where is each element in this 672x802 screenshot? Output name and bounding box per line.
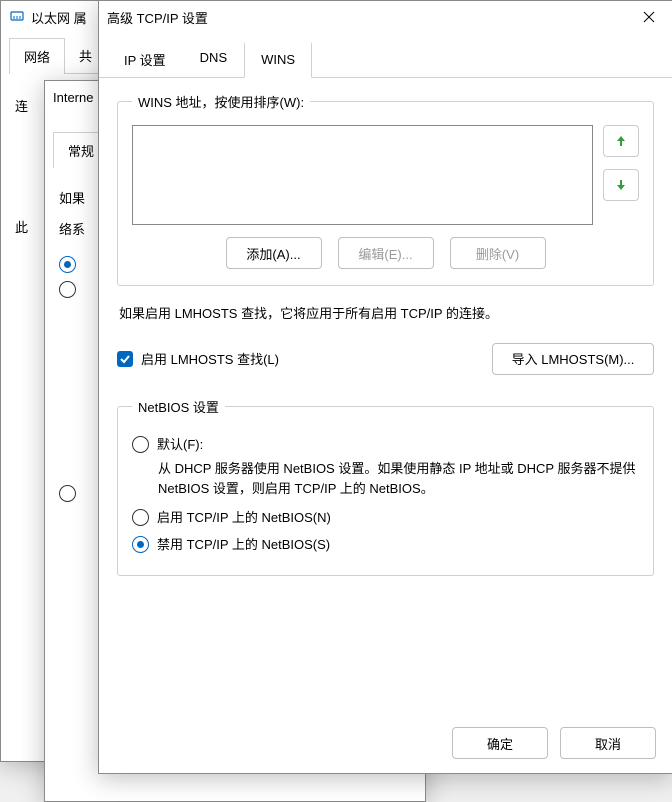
cancel-button[interactable]: 取消 [560, 727, 656, 759]
radio-icon [132, 436, 149, 453]
tab-strip: IP 设置 DNS WINS [99, 41, 672, 78]
radio-default-label: 默认(F): [157, 436, 203, 453]
wins-address-group: WINS 地址，按使用排序(W): 添加(A)... 编辑(E)... 删除(V… [117, 92, 654, 286]
netbios-group-label: NetBIOS 设置 [132, 397, 225, 416]
advanced-tcpip-dialog: 高级 TCP/IP 设置 IP 设置 DNS WINS WINS 地址，按使用排… [98, 0, 672, 774]
delete-button[interactable]: 删除(V) [450, 237, 546, 269]
add-button[interactable]: 添加(A)... [226, 237, 322, 269]
enable-lmhosts-label: 启用 LMHOSTS 查找(L) [141, 349, 279, 368]
radio-enable-label: 启用 TCP/IP 上的 NetBIOS(N) [157, 509, 331, 526]
wins-group-label: WINS 地址，按使用排序(W): [132, 92, 310, 111]
arrow-down-icon [614, 178, 628, 192]
radio-dns-icon [59, 485, 76, 502]
radio-auto-icon [59, 256, 76, 273]
close-button[interactable] [626, 1, 672, 33]
move-up-button[interactable] [603, 125, 639, 157]
netbios-group: NetBIOS 设置 默认(F): 从 DHCP 服务器使用 NetBIOS 设… [117, 397, 654, 576]
radio-manual-icon [59, 281, 76, 298]
radio-default[interactable]: 默认(F): [132, 436, 639, 453]
close-icon [643, 11, 655, 23]
radio-selected-icon [132, 536, 149, 553]
radio-default-desc: 从 DHCP 服务器使用 NetBIOS 设置。如果使用静态 IP 地址或 DH… [158, 459, 639, 499]
lmhosts-note: 如果启用 LMHOSTS 查找，它将应用于所有启用 TCP/IP 的连接。 [119, 304, 652, 325]
enable-lmhosts-checkbox[interactable]: 启用 LMHOSTS 查找(L) [117, 349, 279, 368]
radio-disable-label: 禁用 TCP/IP 上的 NetBIOS(S) [157, 536, 330, 553]
dialog-title: 高级 TCP/IP 设置 [107, 8, 626, 27]
radio-icon [132, 509, 149, 526]
tab-dns[interactable]: DNS [183, 41, 244, 77]
radio-disable-netbios[interactable]: 禁用 TCP/IP 上的 NetBIOS(S) [132, 536, 639, 553]
ok-button[interactable]: 确定 [452, 727, 548, 759]
radio-enable-netbios[interactable]: 启用 TCP/IP 上的 NetBIOS(N) [132, 509, 639, 526]
checkbox-checked-icon [117, 351, 133, 367]
import-lmhosts-button[interactable]: 导入 LMHOSTS(M)... [492, 343, 654, 375]
wins-address-list[interactable] [132, 125, 593, 225]
arrow-up-icon [614, 134, 628, 148]
tab-network[interactable]: 网络 [9, 38, 65, 74]
edit-button[interactable]: 编辑(E)... [338, 237, 434, 269]
tab-ip-settings[interactable]: IP 设置 [107, 41, 183, 77]
tab-wins[interactable]: WINS [244, 42, 312, 78]
move-down-button[interactable] [603, 169, 639, 201]
ethernet-icon [9, 8, 25, 27]
